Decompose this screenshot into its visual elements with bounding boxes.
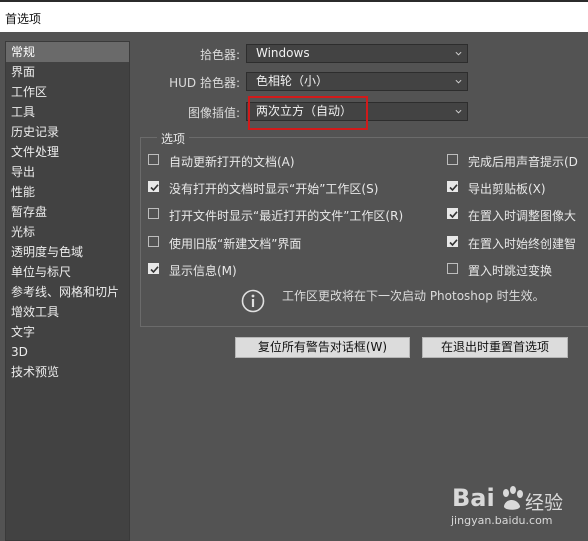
checkmark-icon — [150, 266, 159, 274]
sidebar-item-history[interactable]: 历史记录 — [6, 122, 129, 142]
checkbox-label: 没有打开的文档时显示“开始”工作区(S) — [169, 182, 379, 196]
checkbox-checked[interactable] — [148, 263, 159, 274]
chevron-down-icon — [455, 109, 462, 114]
checkbox[interactable] — [148, 208, 159, 219]
sidebar-item-interface[interactable]: 界面 — [6, 62, 129, 82]
sidebar-item-guides-grid[interactable]: 参考线、网格和切片 — [6, 282, 129, 302]
checkbox[interactable] — [148, 154, 159, 165]
sidebar-item-plugins[interactable]: 增效工具 — [6, 302, 129, 322]
sidebar-item-general[interactable]: 常规 — [6, 42, 129, 62]
color-picker-select[interactable]: Windows — [246, 44, 468, 63]
sidebar-item-file-handling[interactable]: 文件处理 — [6, 142, 129, 162]
checkbox-label: 自动更新打开的文档(A) — [169, 155, 295, 169]
checkbox[interactable] — [447, 154, 458, 165]
image-interpolation-label: 图像插值: — [187, 106, 240, 120]
checkbox-label: 显示信息(M) — [169, 264, 237, 278]
sidebar-item-workspace[interactable]: 工作区 — [6, 82, 129, 102]
checkbox-label: 完成后用声音提示(D — [468, 155, 578, 169]
sidebar-item-tech-preview[interactable]: 技术预览 — [6, 362, 129, 382]
hud-color-picker-select[interactable]: 色相轮（小） — [246, 72, 468, 91]
color-picker-label: 拾色器: — [199, 48, 240, 62]
image-interpolation-value: 两次立方（自动） — [256, 104, 353, 118]
reset-warnings-button[interactable]: 复位所有警告对话框(W) — [235, 337, 410, 358]
restart-info-text: 工作区更改将在下一次启动 Photoshop 时生效。 — [282, 289, 545, 303]
hud-color-picker-value: 色相轮（小） — [256, 74, 329, 88]
checkbox[interactable] — [148, 236, 159, 247]
image-interpolation-select[interactable]: 两次立方（自动） — [246, 102, 468, 121]
checkbox-checked[interactable] — [447, 181, 458, 192]
checkbox-checked[interactable] — [447, 208, 458, 219]
checkbox-label: 导出剪贴板(X) — [468, 182, 546, 196]
chevron-down-icon — [455, 79, 462, 84]
checkbox-checked[interactable] — [447, 236, 458, 247]
checkmark-icon — [150, 184, 159, 192]
sidebar-item-scratch-disks[interactable]: 暂存盘 — [6, 202, 129, 222]
reset-prefs-button[interactable]: 在退出时重置首选项 — [422, 337, 568, 358]
checkbox-label: 在置入时始终创建智 — [468, 237, 577, 251]
sidebar-item-tools[interactable]: 工具 — [6, 102, 129, 122]
sidebar-item-3d[interactable]: 3D — [6, 342, 129, 362]
watermark-url: jingyan.baidu.com — [451, 514, 553, 527]
title-bar: 首选项 — [0, 0, 588, 32]
sidebar-item-performance[interactable]: 性能 — [6, 182, 129, 202]
checkbox-label: 在置入时调整图像大 — [468, 209, 577, 223]
paw-icon — [503, 486, 523, 510]
checkbox-label: 打开文件时显示“最近打开的文件”工作区(R) — [169, 209, 404, 223]
checkbox-label: 使用旧版“新建文档”界面 — [169, 237, 302, 251]
chevron-down-icon — [455, 51, 462, 56]
watermark-logo: Bai — [452, 484, 495, 512]
sidebar-item-type[interactable]: 文字 — [6, 322, 129, 342]
window-title: 首选项 — [5, 12, 42, 26]
options-title: 选项 — [157, 130, 190, 147]
color-picker-value: Windows — [256, 46, 310, 60]
checkmark-icon — [449, 184, 458, 192]
checkmark-icon — [449, 239, 458, 247]
checkmark-icon — [449, 211, 458, 219]
sidebar-item-export[interactable]: 导出 — [6, 162, 129, 182]
checkbox-checked[interactable] — [148, 181, 159, 192]
checkbox[interactable] — [447, 263, 458, 274]
sidebar-item-transparency[interactable]: 透明度与色域 — [6, 242, 129, 262]
baidu-watermark: Bai 经验 jingyan.baidu.com — [448, 484, 583, 534]
sidebar-item-cursors[interactable]: 光标 — [6, 222, 129, 242]
watermark-jingyan: 经验 — [525, 492, 564, 514]
sidebar: 常规 界面 工作区 工具 历史记录 文件处理 导出 性能 暂存盘 光标 透明度与… — [5, 41, 130, 541]
checkbox-label: 置入时跳过变换 — [468, 264, 553, 278]
info-icon — [241, 289, 265, 313]
sidebar-item-units-rulers[interactable]: 单位与标尺 — [6, 262, 129, 282]
hud-color-picker-label: HUD 拾色器: — [169, 76, 240, 90]
